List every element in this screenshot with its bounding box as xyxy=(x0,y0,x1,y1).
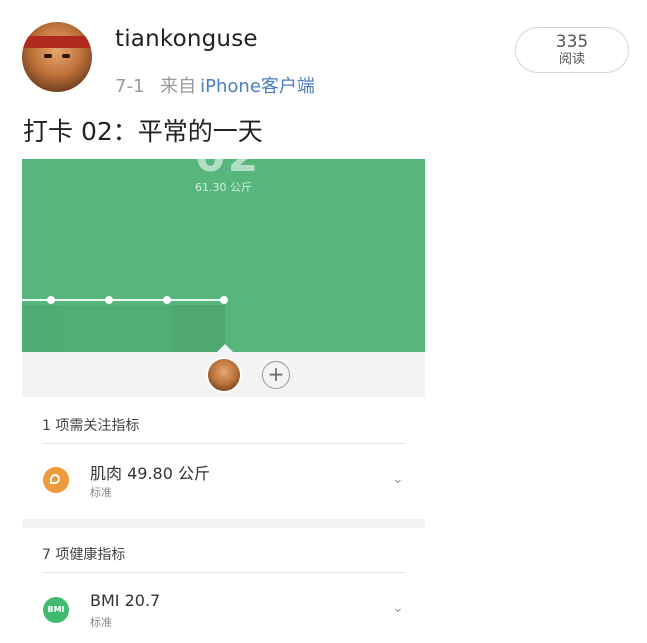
avatar-eye-left xyxy=(44,54,52,58)
avatar-eye-right xyxy=(62,54,70,58)
chart-bar xyxy=(62,305,172,352)
chart-point xyxy=(163,296,171,304)
metric-name: BMI 20.7 xyxy=(90,591,161,610)
chart-point xyxy=(105,296,113,304)
weight-chart-panel: 02 61.30 公斤 xyxy=(22,159,425,352)
metric-name: 肌肉 49.80 公斤 xyxy=(90,464,210,483)
chart-bar xyxy=(22,305,62,352)
bmi-icon: BMI xyxy=(43,597,69,623)
source-prefix: 来自 xyxy=(160,76,197,97)
metric-status: 标准 xyxy=(90,616,112,629)
chart-point xyxy=(220,296,228,304)
username[interactable]: tiankonguse xyxy=(115,26,258,52)
section-header: 7 项健康指标 xyxy=(42,547,126,563)
user-avatar[interactable] xyxy=(22,22,92,92)
embedded-screenshot[interactable]: 02 61.30 公斤 + 1 项需关注指标 肌肉 49.80 公斤 标准 ⌄ … xyxy=(22,159,425,643)
health-metrics-card: 7 项健康指标 BMI BMI 20.7 标准 ⌄ xyxy=(22,528,425,643)
small-avatar[interactable] xyxy=(208,359,240,391)
chart-point xyxy=(47,296,55,304)
chevron-down-icon[interactable]: ⌄ xyxy=(392,600,404,616)
section-header: 1 项需关注指标 xyxy=(42,418,140,434)
divider xyxy=(42,572,405,573)
selection-caret xyxy=(217,344,233,352)
metric-status: 标准 xyxy=(90,486,112,499)
post-date: 7-1 xyxy=(115,76,145,97)
chevron-down-icon[interactable]: ⌄ xyxy=(392,471,404,487)
views-label: 阅读 xyxy=(558,52,585,67)
post-meta: 7-1 来自 iPhone客户端 xyxy=(115,72,315,98)
post-title: 打卡 02：平常的一天 xyxy=(23,117,263,146)
divider xyxy=(42,443,405,444)
attention-metrics-card: 1 项需关注指标 肌肉 49.80 公斤 标准 ⌄ xyxy=(22,397,425,519)
views-badge: 335 阅读 xyxy=(515,27,629,73)
weight-value: 61.30 公斤 xyxy=(195,181,252,194)
post-source[interactable]: iPhone客户端 xyxy=(200,76,315,97)
muscle-icon xyxy=(43,467,69,493)
avatar-headband xyxy=(22,36,92,48)
add-user-button[interactable]: + xyxy=(262,361,290,389)
views-count: 335 xyxy=(555,32,589,52)
